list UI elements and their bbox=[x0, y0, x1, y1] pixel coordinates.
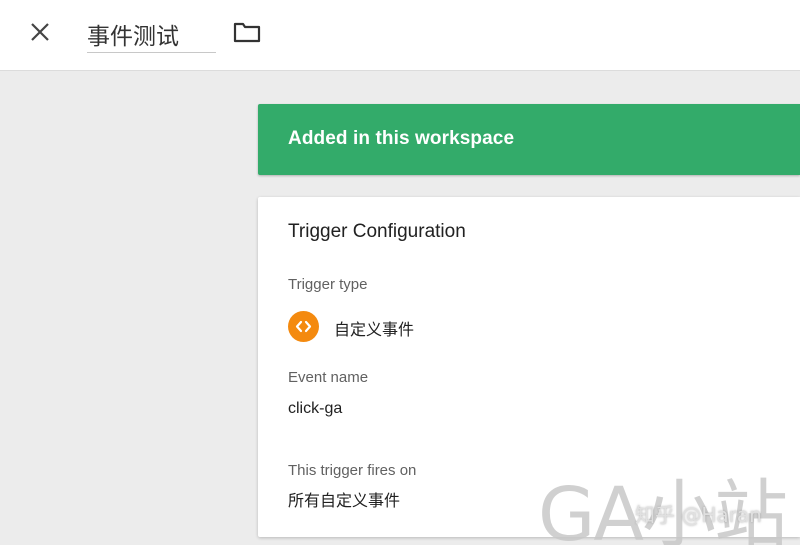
fires-on-label: This trigger fires on bbox=[288, 462, 417, 479]
close-button[interactable] bbox=[26, 18, 54, 46]
top-bar bbox=[0, 0, 800, 71]
trigger-type-value: 自定义事件 bbox=[334, 320, 415, 339]
folder-icon bbox=[233, 22, 261, 43]
close-icon bbox=[31, 23, 49, 41]
event-name-value: click-ga bbox=[288, 400, 343, 417]
event-name-label: Event name bbox=[288, 369, 369, 386]
banner-text: Added in this workspace bbox=[288, 128, 515, 149]
fires-on-value: 所有自定义事件 bbox=[288, 491, 401, 510]
workspace-status-banner: Added in this workspace bbox=[258, 104, 800, 175]
folder-button[interactable] bbox=[233, 20, 261, 44]
trigger-name-input[interactable] bbox=[87, 12, 216, 53]
trigger-configuration-card[interactable]: Trigger Configuration Trigger type 自定义事件… bbox=[258, 197, 800, 537]
trigger-type-label: Trigger type bbox=[288, 276, 368, 293]
custom-event-code-icon bbox=[288, 311, 319, 342]
card-title: Trigger Configuration bbox=[288, 221, 466, 242]
